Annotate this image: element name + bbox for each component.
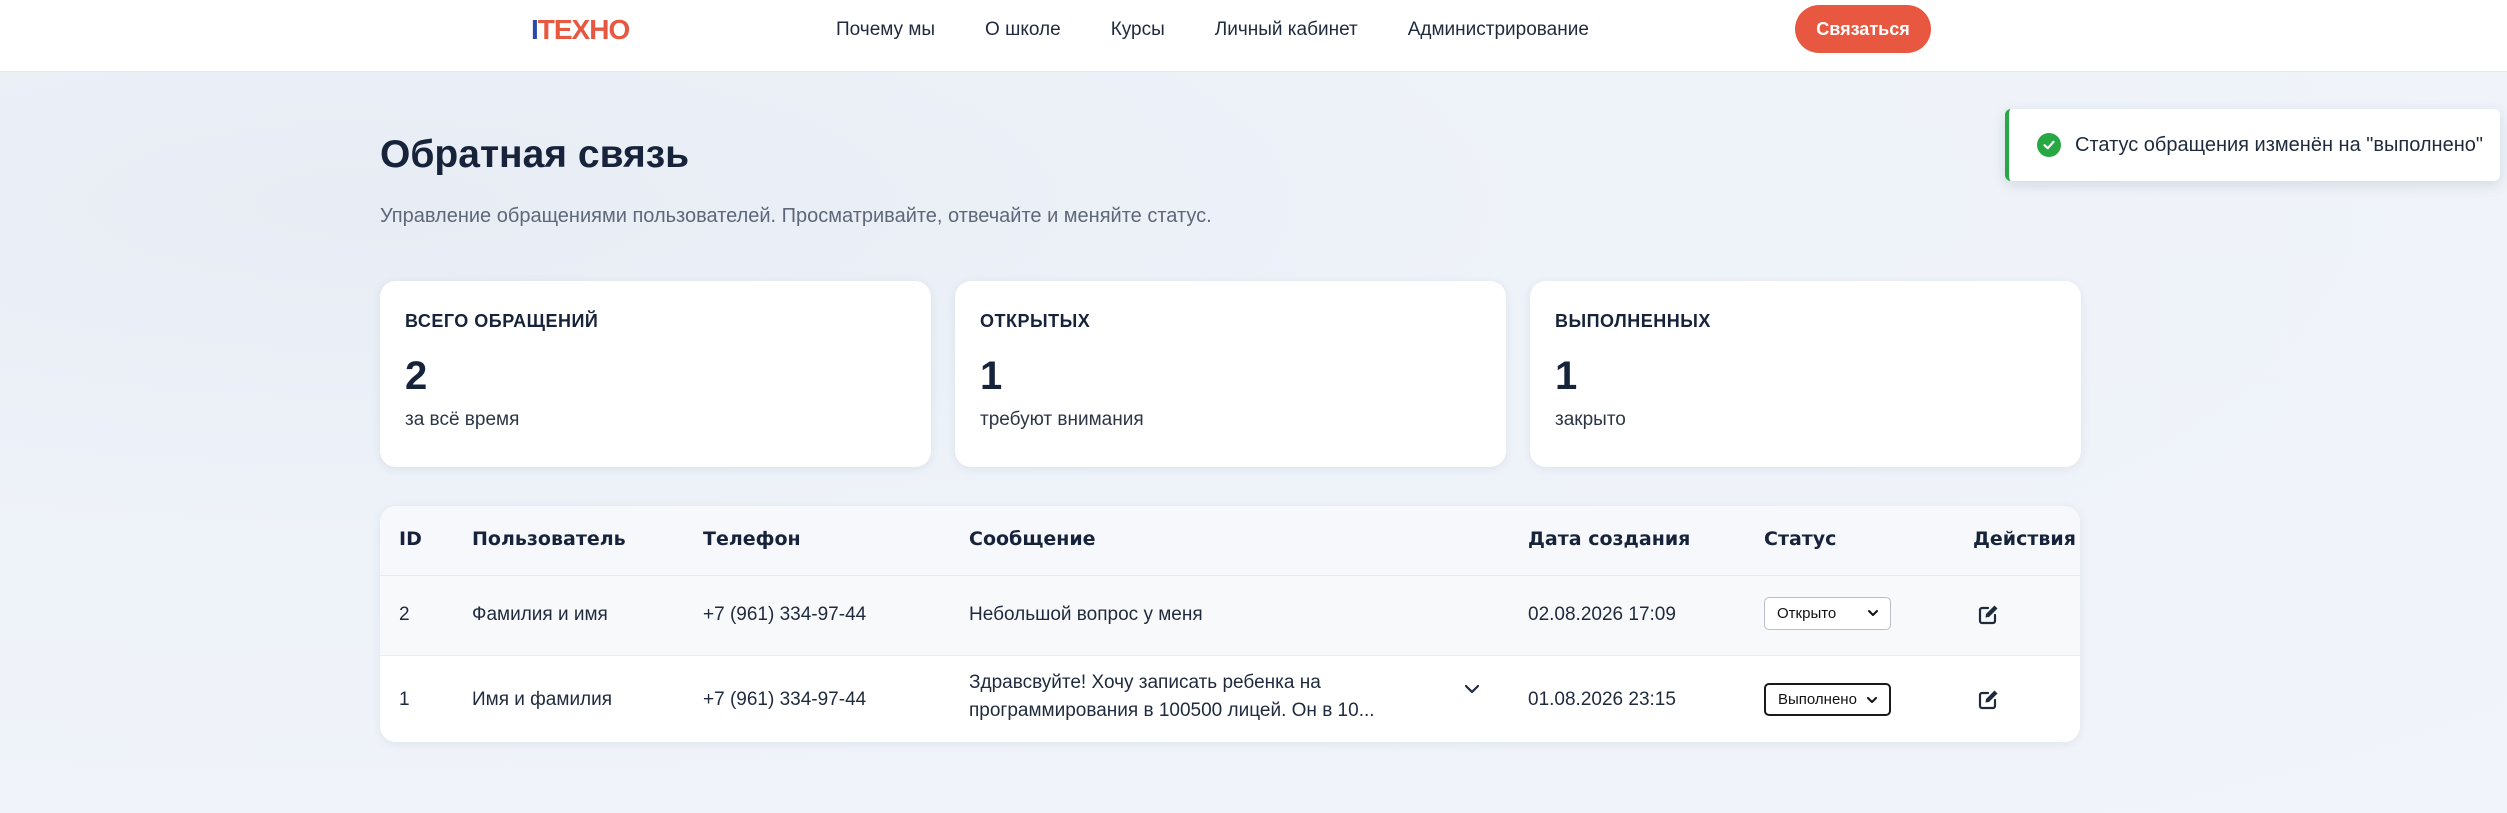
logo[interactable]: IТЕХНО: [531, 14, 630, 46]
stat-value: 1: [1555, 354, 1578, 398]
cell-message: Небольшой вопрос у меня: [969, 604, 1203, 625]
stat-note: требуют внимания: [980, 409, 1144, 430]
cell-user: Фамилия и имя: [472, 604, 608, 625]
cell-phone: +7 (961) 334-97-44: [703, 689, 867, 710]
column-header-id: ID: [399, 528, 422, 550]
cell-created: 02.08.2026 17:09: [1528, 604, 1676, 625]
chevron-down-icon[interactable]: [1461, 678, 1483, 700]
chevron-down-icon: [1868, 610, 1878, 616]
cell-id: 1: [399, 689, 410, 710]
table-row: 2 Фамилия и имя +7 (961) 334-97-44 Небол…: [380, 576, 2080, 656]
column-header-actions: Действия: [1973, 528, 2076, 550]
column-header-phone: Телефон: [703, 528, 801, 550]
nav-item-courses[interactable]: Курсы: [1111, 19, 1165, 41]
stat-label: ОТКРЫТЫХ: [980, 311, 1091, 331]
column-header-message: Сообщение: [969, 528, 1096, 550]
contact-button[interactable]: Связаться: [1795, 5, 1931, 53]
logo-prefix: I: [531, 14, 539, 45]
toast-message: Статус обращения изменён на "выполнено": [2075, 133, 2483, 156]
column-header-user: Пользователь: [472, 528, 626, 550]
main-nav: Почему мы О школе Курсы Личный кабинет А…: [836, 19, 1639, 41]
cell-created: 01.08.2026 23:15: [1528, 689, 1676, 710]
page-subtitle: Управление обращениями пользователей. Пр…: [380, 205, 1212, 227]
table-row: 1 Имя и фамилия +7 (961) 334-97-44 Здрав…: [380, 656, 2080, 742]
top-header: IТЕХНО Почему мы О школе Курсы Личный ка…: [0, 0, 2507, 72]
stat-label: ВЫПОЛНЕННЫХ: [1555, 311, 1711, 331]
status-select[interactable]: Выполнено: [1764, 683, 1891, 716]
logo-text: ТЕХНО: [537, 14, 630, 45]
stat-card-total: ВСЕГО ОБРАЩЕНИЙ 2 за всё время: [380, 281, 931, 467]
chevron-down-icon: [1867, 697, 1877, 703]
edit-icon[interactable]: [1977, 602, 2001, 626]
nav-item-admin[interactable]: Администрирование: [1408, 19, 1589, 41]
cell-message: Здравсвуйте! Хочу записать ребенка на пр…: [969, 672, 1375, 721]
nav-item-account[interactable]: Личный кабинет: [1215, 19, 1358, 41]
stat-value: 2: [405, 354, 428, 398]
status-value: Выполнено: [1778, 691, 1857, 708]
check-circle-icon: [2037, 133, 2061, 157]
nav-item-why-us[interactable]: Почему мы: [836, 19, 935, 41]
stat-card-open: ОТКРЫТЫХ 1 требуют внимания: [955, 281, 1506, 467]
cell-user: Имя и фамилия: [472, 689, 613, 710]
status-value: Открыто: [1777, 605, 1837, 622]
table-header: ID Пользователь Телефон Сообщение Дата с…: [380, 506, 2080, 576]
cell-id: 2: [399, 604, 410, 625]
edit-icon[interactable]: [1977, 687, 2001, 711]
success-toast: Статус обращения изменён на "выполнено": [2005, 109, 2500, 181]
cell-phone: +7 (961) 334-97-44: [703, 604, 867, 625]
stat-value: 1: [980, 354, 1003, 398]
stat-label: ВСЕГО ОБРАЩЕНИЙ: [405, 311, 599, 331]
status-select[interactable]: Открыто: [1764, 597, 1891, 630]
stat-note: закрыто: [1555, 409, 1626, 430]
feedback-table: ID Пользователь Телефон Сообщение Дата с…: [380, 506, 2080, 742]
stat-card-done: ВЫПОЛНЕННЫХ 1 закрыто: [1530, 281, 2081, 467]
page-title: Обратная связь: [380, 133, 690, 176]
column-header-status: Статус: [1764, 528, 1837, 550]
column-header-created: Дата создания: [1528, 528, 1691, 550]
stat-note: за всё время: [405, 409, 520, 430]
nav-item-about[interactable]: О школе: [985, 19, 1061, 41]
